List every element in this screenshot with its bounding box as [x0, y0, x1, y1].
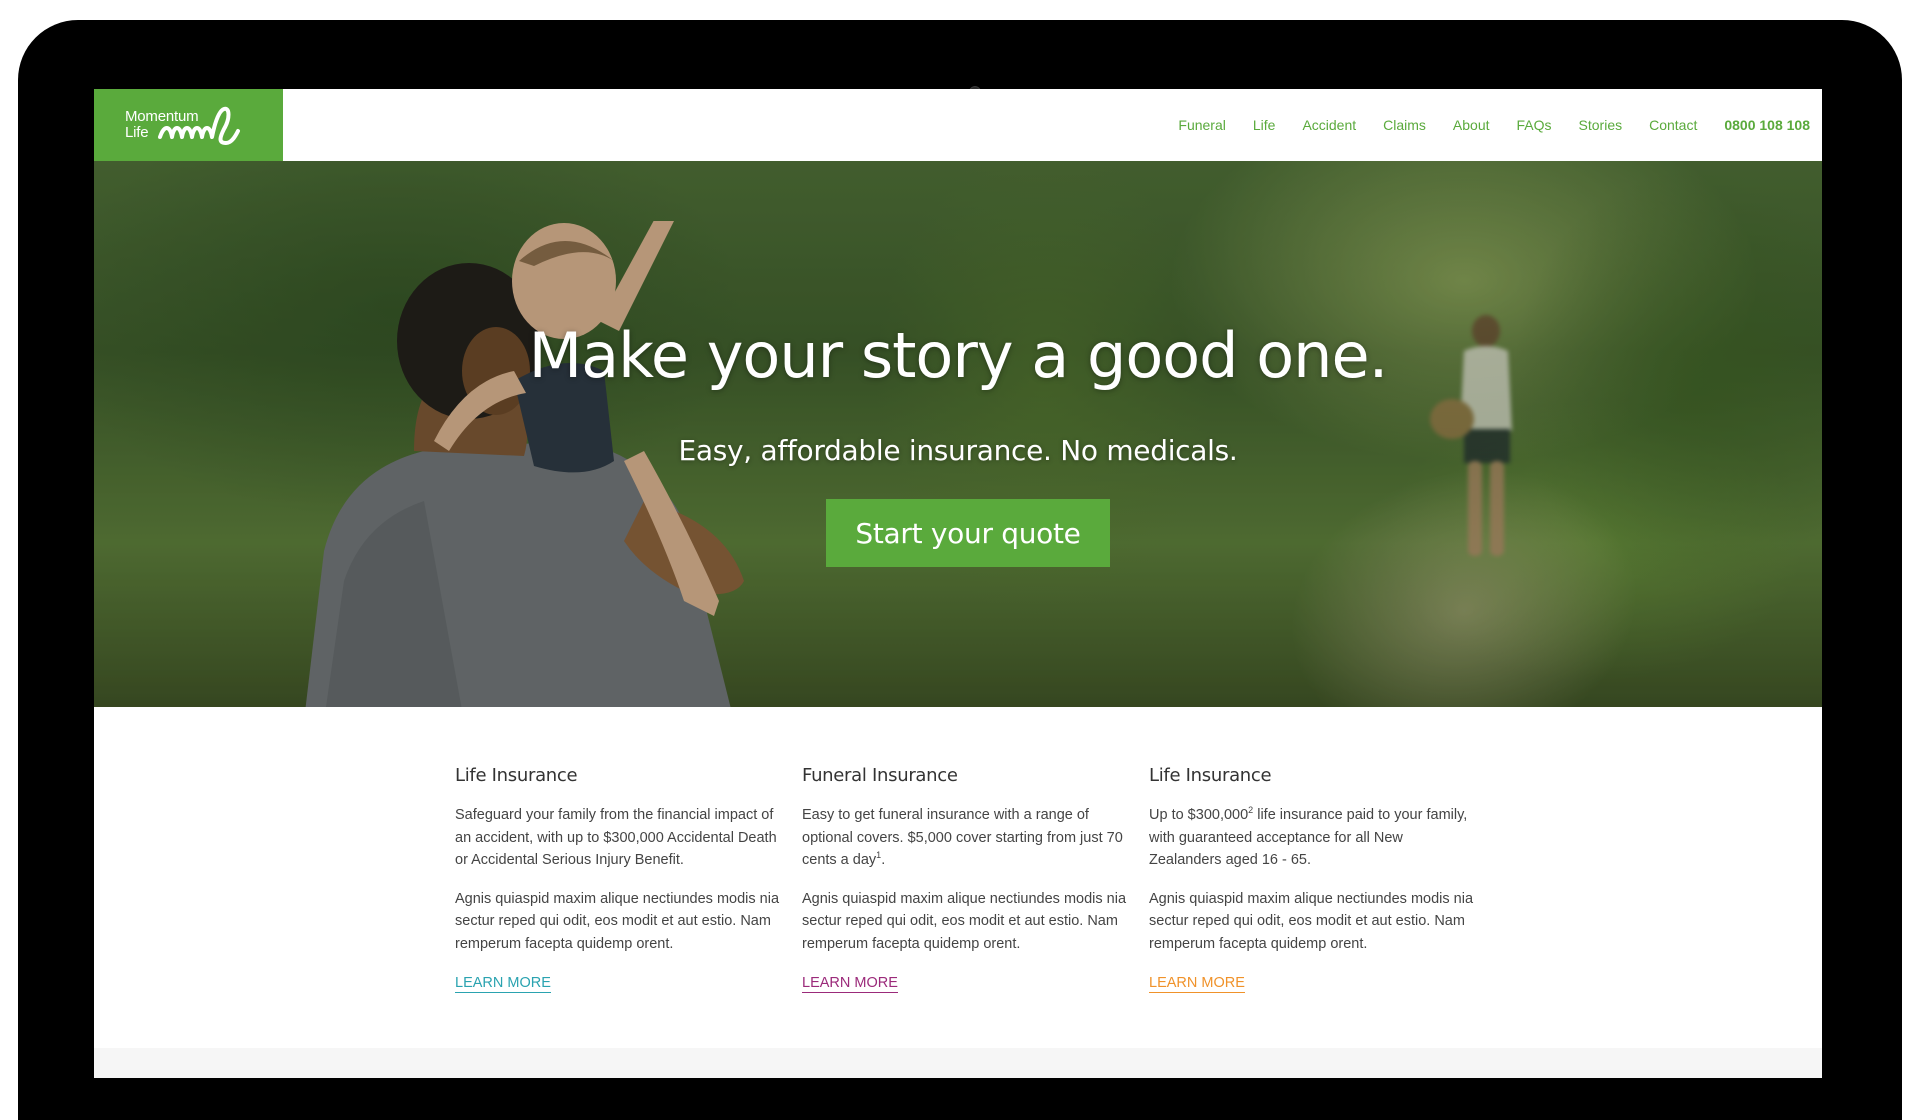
- product-title: Life Insurance: [455, 765, 578, 786]
- product-body: Agnis quiaspid maxim alique nectiundes m…: [802, 890, 1127, 952]
- start-quote-button[interactable]: Start your quote: [826, 499, 1110, 567]
- nav-item-stories[interactable]: Stories: [1579, 117, 1623, 133]
- products-section: Life Insurance Safeguard your family fro…: [94, 707, 1822, 1048]
- momentum-wave-icon: [158, 106, 240, 145]
- nav-phone-number[interactable]: 0800 108 108: [1724, 117, 1810, 133]
- footer-strip: [94, 1048, 1822, 1078]
- product-card: Funeral Insurance Easy to get funeral in…: [802, 765, 1132, 993]
- learn-more-link[interactable]: LEARN MORE: [802, 975, 898, 993]
- hero-content: Make your story a good one. Easy, afford…: [94, 161, 1822, 707]
- logo[interactable]: Momentum Life: [94, 89, 283, 161]
- product-description: Up to $300,0002 life insurance paid to y…: [1149, 804, 1479, 872]
- nav-item-life[interactable]: Life: [1253, 117, 1276, 133]
- product-description-text: Safeguard your family from the financial…: [455, 807, 777, 868]
- product-description-text-end: .: [881, 852, 886, 868]
- product-description: Easy to get funeral insurance with a ran…: [802, 804, 1132, 872]
- nav-item-funeral[interactable]: Funeral: [1178, 117, 1225, 133]
- product-title: Life Insurance: [1149, 765, 1272, 786]
- nav-item-claims[interactable]: Claims: [1383, 117, 1426, 133]
- learn-more-link[interactable]: LEARN MORE: [455, 975, 551, 993]
- hero-banner: Make your story a good one. Easy, afford…: [94, 161, 1822, 707]
- product-title: Funeral Insurance: [802, 765, 958, 786]
- product-description-text: Up to $300,000: [1149, 807, 1249, 823]
- product-card: Life Insurance Up to $300,0002 life insu…: [1149, 765, 1479, 993]
- hero-subtitle: Easy, affordable insurance. No medicals.: [678, 434, 1238, 467]
- site-header: Momentum Life Funeral Life Accident Clai…: [94, 89, 1822, 161]
- product-body: Agnis quiaspid maxim alique nectiundes m…: [455, 890, 780, 952]
- product-body: Agnis quiaspid maxim alique nectiundes m…: [1149, 890, 1474, 952]
- nav-item-contact[interactable]: Contact: [1649, 117, 1697, 133]
- product-card: Life Insurance Safeguard your family fro…: [455, 765, 785, 993]
- learn-more-link[interactable]: LEARN MORE: [1149, 975, 1245, 993]
- browser-screen: Momentum Life Funeral Life Accident Clai…: [94, 89, 1822, 1078]
- nav-item-about[interactable]: About: [1453, 117, 1490, 133]
- nav-item-accident[interactable]: Accident: [1302, 117, 1356, 133]
- product-description-text: Easy to get funeral insurance with a ran…: [802, 807, 1123, 868]
- nav-item-faqs[interactable]: FAQs: [1517, 117, 1552, 133]
- main-nav: Funeral Life Accident Claims About FAQs …: [1151, 89, 1810, 161]
- product-description: Safeguard your family from the financial…: [455, 804, 785, 872]
- hero-title: Make your story a good one.: [528, 319, 1389, 392]
